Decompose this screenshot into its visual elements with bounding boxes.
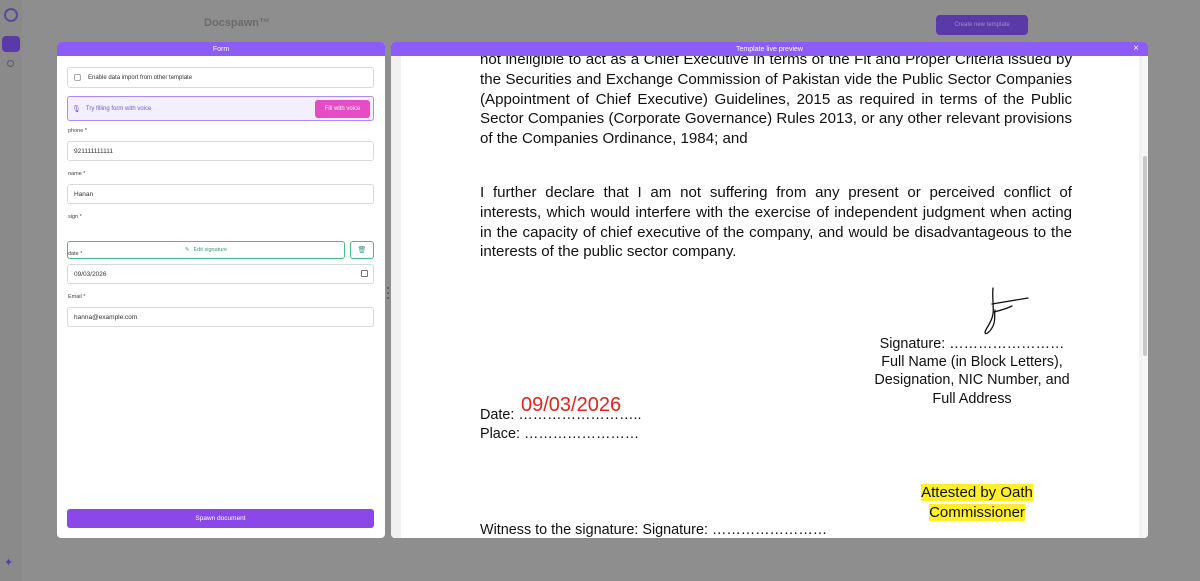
email-input[interactable]: hanna@example.com (67, 307, 374, 327)
preview-scrollbar[interactable] (1142, 56, 1148, 538)
phone-label: phone * (68, 128, 87, 134)
name-input[interactable]: Hanan (67, 184, 374, 204)
date-field-overlay: 09/03/2026 (521, 394, 622, 416)
document-page: not ineligible to act as a Chief Executi… (401, 56, 1139, 538)
preview-panel: Template live preview × not ineligible t… (391, 42, 1148, 538)
address-line: Full Address (932, 390, 1012, 407)
date-value: 09/03/2026 (74, 270, 107, 278)
attested-line-1: Attested by Oath (921, 484, 1033, 501)
email-label: Email * (68, 294, 86, 300)
panel-resize-handle[interactable] (386, 287, 389, 299)
phone-input[interactable]: 921111111111 (67, 141, 374, 161)
signature-line: Signature: …………………… (879, 336, 1065, 352)
logo-icon (4, 8, 18, 22)
witness-line: Witness to the signature: Signature: ………… (480, 522, 828, 538)
preview-body[interactable]: not ineligible to act as a Chief Executi… (391, 56, 1148, 538)
date-input[interactable]: 09/03/2026 (67, 264, 374, 284)
place-line: Place: …………………… (480, 426, 640, 442)
form-panel: Form Enable data import from other templ… (57, 42, 385, 538)
import-toggle[interactable]: Enable data import from other template (67, 67, 374, 88)
help-icon[interactable]: ✦ (4, 556, 18, 570)
attested-note: Attested by Oath Commissioner (921, 483, 1033, 522)
import-label: Enable data import from other template (88, 74, 193, 81)
import-checkbox[interactable] (74, 74, 81, 81)
trash-icon: 🗑 (357, 247, 367, 254)
designation-line: Designation, NIC Number, and (874, 372, 1070, 389)
calendar-icon[interactable] (361, 270, 368, 277)
signature-block: Signature: …………………… Full Name (in Block … (871, 335, 1073, 408)
form-panel-title: Form (212, 45, 230, 53)
form-panel-header: Form (57, 42, 385, 56)
date-label: date * (68, 251, 83, 257)
preview-panel-header: Template live preview × (391, 42, 1148, 56)
voice-prompt: Try filling form with voice (85, 105, 152, 112)
attested-line-2: Commissioner (929, 503, 1025, 521)
voice-fill-banner: 🎙 Try filling form with voice Fill with … (67, 96, 374, 121)
doc-paragraph-1: not ineligible to act as a Chief Executi… (480, 56, 1072, 148)
preview-panel-title: Template live preview (736, 45, 803, 53)
microphone-icon: 🎙 (72, 105, 81, 113)
fill-with-voice-button[interactable]: Fill with voice (315, 100, 370, 118)
name-label: name * (68, 171, 86, 177)
spawn-document-button[interactable]: Spawn document (67, 509, 374, 528)
doc-paragraph-2: I further declare that I am not sufferin… (480, 184, 1072, 261)
sign-label: sign * (68, 214, 82, 220)
nav-templates-icon[interactable] (2, 36, 20, 52)
form-body: Enable data import from other template 🎙… (57, 56, 385, 538)
edit-signature-button[interactable]: ✎ Edit signature (67, 241, 345, 259)
app-sidebar: ✦ (0, 0, 22, 581)
app-title: Docspawn™ (204, 17, 271, 29)
nav-settings-icon[interactable] (7, 60, 14, 67)
delete-signature-button[interactable]: 🗑 (350, 241, 374, 259)
signature-image (984, 287, 1029, 335)
create-template-button[interactable]: Create new template (936, 15, 1028, 35)
full-name-line: Full Name (in Block Letters), (881, 354, 1063, 371)
close-icon[interactable]: × (1133, 42, 1139, 56)
pen-icon: ✎ (184, 247, 190, 253)
edit-signature-label: Edit signature (193, 247, 228, 253)
preview-scrollbar-thumb[interactable] (1143, 156, 1147, 356)
